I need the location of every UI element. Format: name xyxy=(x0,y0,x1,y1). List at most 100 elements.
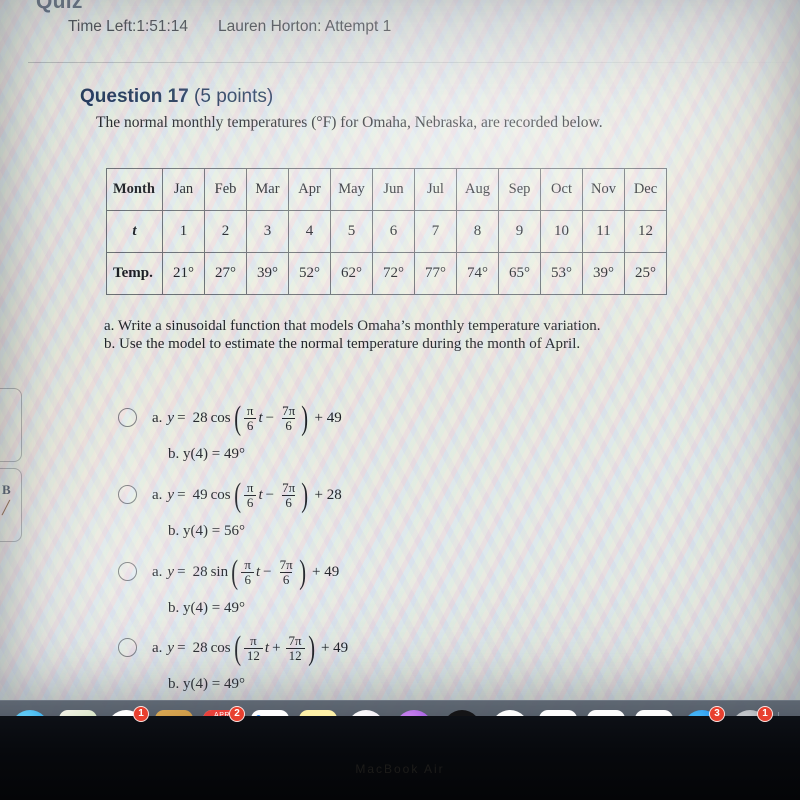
month-cell: Nov xyxy=(582,168,625,211)
close-paren-icon: ) xyxy=(301,476,309,514)
choice-4-label: a. xyxy=(152,639,163,656)
question-heading: Question 17 (5 points) xyxy=(80,86,273,108)
temp-cell: 74° xyxy=(456,252,499,295)
pencil-icon: ╱ xyxy=(2,500,10,515)
choice-4-den2: 12 xyxy=(285,647,305,663)
choice-1-tail: + 49 xyxy=(314,409,342,426)
quiz-page: Quiz Time Left:1:51:14 Lauren Horton: At… xyxy=(0,0,800,716)
temp-cell: 77° xyxy=(414,252,457,295)
choice-2-var: t xyxy=(258,486,263,503)
subquestion-b: b. Use the model to estimate the normal … xyxy=(104,336,581,352)
answer-choice-4[interactable]: a. y = 28 cos ( π 12 t + 7π 12) + 49 b.… xyxy=(118,629,349,693)
choice-3-fraction-2: 7π 6 xyxy=(277,558,296,586)
month-cell: May xyxy=(330,168,373,211)
choice-3-den2: 6 xyxy=(279,571,293,587)
choice-1-den2: 6 xyxy=(282,417,295,433)
choice-2-num2: 7π xyxy=(282,480,296,495)
choice-1-fraction-1: π 6 xyxy=(243,403,257,433)
choice-3-label: a. xyxy=(152,563,163,580)
t-cell: 10 xyxy=(540,210,583,253)
choice-2-den1: 6 xyxy=(243,494,257,510)
choice-2-operator: − xyxy=(265,486,275,503)
radio-button-1[interactable] xyxy=(118,408,137,427)
close-paren-icon: ) xyxy=(301,399,309,437)
temp-cell: 25° xyxy=(624,252,667,295)
choice-1-label: a. xyxy=(152,409,163,426)
choice-3-equation: a. y = 28 sin ( π 6 t − 7π 6) + 49 xyxy=(152,555,340,589)
quiz-topbar: Time Left:1:51:14 Lauren Horton: Attempt… xyxy=(0,18,800,56)
choice-4-fraction-1: π 12 xyxy=(243,633,263,663)
choice-2-fraction-1: π 6 xyxy=(243,480,257,510)
t-cell: 7 xyxy=(414,210,457,253)
question-prompt: The normal monthly temperatures (°F) for… xyxy=(96,114,603,131)
temp-cell: 39° xyxy=(246,252,289,295)
choice-3-tail: + 49 xyxy=(312,563,340,580)
choice-4-function: cos xyxy=(210,639,231,656)
month-cell: Aug xyxy=(456,168,499,211)
system-preferences-badge: 1 xyxy=(757,705,773,722)
choice-1-fraction-2: 7π 6 xyxy=(279,404,298,432)
choice-1-y: y xyxy=(167,409,175,426)
t-cell: 3 xyxy=(246,210,289,253)
choice-2-line-b: b. y(4) = 56° xyxy=(168,523,245,540)
bold-b-icon: B xyxy=(2,482,11,497)
subquestion-a: a. Write a sinusoidal function that mode… xyxy=(104,318,601,334)
choice-4-var: t xyxy=(264,639,270,656)
choice-3-num1: π xyxy=(244,557,251,572)
choice-2-fraction-2: 7π 6 xyxy=(279,481,298,509)
radio-button-2[interactable] xyxy=(118,485,137,504)
temp-cell: 21° xyxy=(162,252,205,295)
month-cell: Jan xyxy=(162,168,205,211)
choice-3-fraction-1: π 6 xyxy=(241,558,254,586)
choice-4-amplitude: 28 xyxy=(192,639,208,656)
temp-cell: 53° xyxy=(540,252,583,295)
choice-2-num1: π xyxy=(246,480,254,495)
choice-1-var: t xyxy=(258,409,263,426)
choice-1-num1: π xyxy=(246,403,254,418)
radio-button-4[interactable] xyxy=(118,638,137,657)
open-paren-icon: ( xyxy=(233,399,241,437)
choice-3-y: y xyxy=(167,563,175,580)
app-store-badge: 3 xyxy=(709,705,725,722)
t-cell: 11 xyxy=(582,210,625,253)
temp-cell: 52° xyxy=(288,252,331,295)
answer-choice-2[interactable]: a. y = 49 cos ( π 6 t − 7π 6) + 28 b. y… xyxy=(118,476,342,540)
temperature-table: Month Jan Feb Mar Apr May Jun Jul Aug Se… xyxy=(106,168,667,295)
calendar-badge: 2 xyxy=(229,705,245,722)
month-cell: Oct xyxy=(540,168,583,211)
answer-choice-3[interactable]: a. y = 28 sin ( π 6 t − 7π 6) + 49 b. y… xyxy=(118,555,340,617)
choice-1-den1: 6 xyxy=(243,417,257,433)
choice-2-amplitude: 49 xyxy=(192,486,208,503)
open-paren-icon: ( xyxy=(233,629,241,667)
choice-4-num1: π xyxy=(250,633,257,648)
t-cell: 9 xyxy=(498,210,541,253)
choice-1-equals: = xyxy=(177,409,186,426)
table-row-month: Month Jan Feb Mar Apr May Jun Jul Aug Se… xyxy=(106,168,667,211)
temp-cell: 27° xyxy=(204,252,247,295)
laptop-bezel: MacBook Air xyxy=(0,716,800,800)
choice-3-line-b: b. y(4) = 49° xyxy=(168,600,245,617)
screenshot-root: Quiz Time Left:1:51:14 Lauren Horton: At… xyxy=(0,0,800,800)
temp-cell: 39° xyxy=(582,252,625,295)
t-cell: 4 xyxy=(288,210,331,253)
radio-button-3[interactable] xyxy=(118,562,137,581)
choice-3-den1: 6 xyxy=(241,571,254,587)
edge-fragment-upper xyxy=(0,388,22,462)
question-number: Question 17 xyxy=(80,86,189,107)
choice-4-tail: + 49 xyxy=(320,639,349,656)
month-cell: Feb xyxy=(204,168,247,211)
choice-2-equals: = xyxy=(177,486,186,503)
close-paren-icon: ) xyxy=(307,629,315,667)
answer-choice-1[interactable]: a. y = 28 cos ( π 6 t − 7π 6) + 49 b. y… xyxy=(118,399,342,463)
choice-4-equation: a. y = 28 cos ( π 12 t + 7π 12) + 49 xyxy=(152,629,349,667)
choice-2-function: cos xyxy=(210,486,231,503)
choice-2-y: y xyxy=(167,486,175,503)
temp-cell: 72° xyxy=(372,252,415,295)
choice-3-equals: = xyxy=(177,563,186,580)
choice-3-operator: − xyxy=(263,563,272,580)
choice-2-equation: a. y = 49 cos ( π 6 t − 7π 6) + 28 xyxy=(152,476,342,514)
choice-4-y: y xyxy=(167,639,175,656)
month-cell: Dec xyxy=(624,168,667,211)
month-cell: Sep xyxy=(498,168,541,211)
choice-4-den1: 12 xyxy=(243,647,263,663)
